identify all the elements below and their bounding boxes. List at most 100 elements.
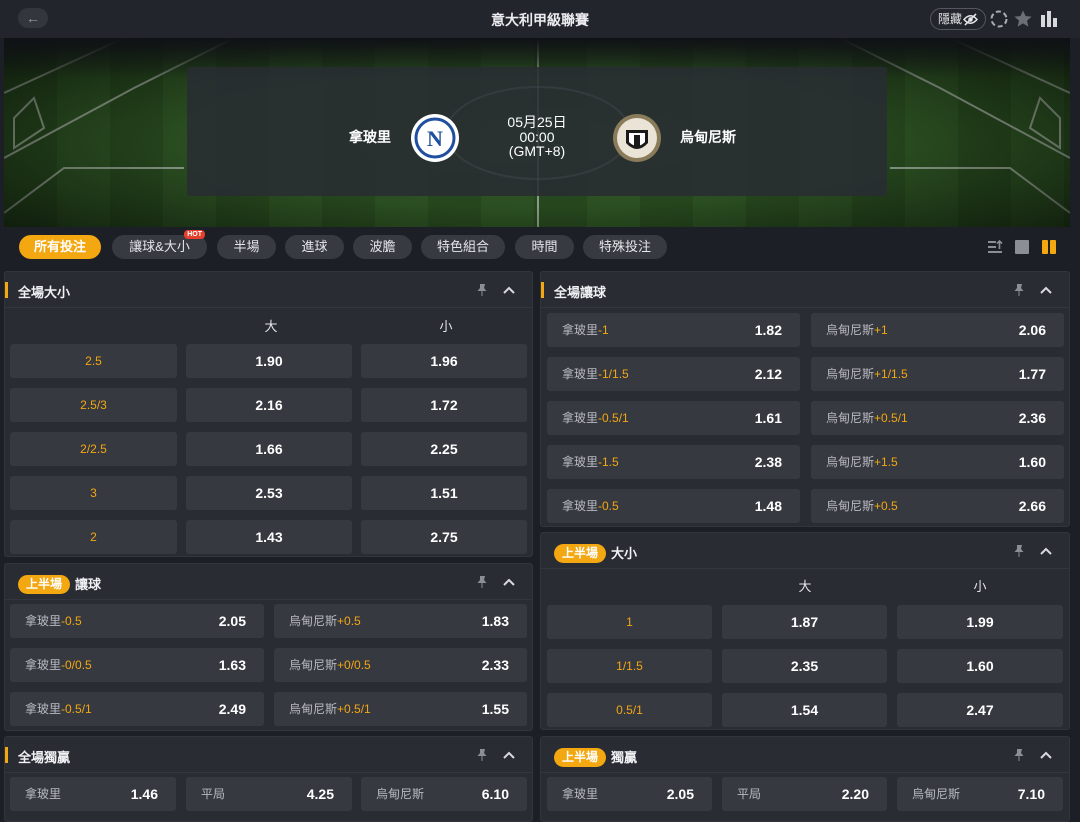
sort-icon[interactable] [987,239,1003,255]
odds-under[interactable]: 1.96 [361,344,527,378]
odds-over[interactable]: 1.43 [186,520,352,554]
accent-bar [5,747,8,763]
handicap-line: +0.5/1 [874,411,908,425]
odds-over[interactable]: 1.87 [722,605,887,639]
odds-over[interactable]: 1.66 [186,432,352,466]
pin-icon[interactable] [475,575,489,589]
pin-icon[interactable] [475,283,489,297]
away-win-cell[interactable]: 烏甸尼斯 7.10 [897,777,1063,811]
pin-icon[interactable] [475,748,489,762]
handicap-line: +1.5 [874,455,898,469]
team-name: 烏甸尼斯 [826,323,875,337]
chevron-up-icon[interactable] [501,747,517,763]
handicap-home-cell[interactable]: 拿玻里-0.5 1.48 [547,489,800,523]
ou-line: 1 [547,605,712,639]
odds-under[interactable]: 1.99 [897,605,1063,639]
ou-line: 2.5 [10,344,177,378]
odds-under[interactable]: 1.60 [897,649,1063,683]
panel-header: 全場獨贏 [5,737,532,773]
handicap-away-cell[interactable]: 烏甸尼斯+1.5 1.60 [811,445,1064,479]
handicap-away-cell[interactable]: 烏甸尼斯+1 2.06 [811,313,1064,347]
selection-label: 烏甸尼斯+0.5/1 [826,401,908,435]
star-icon[interactable] [1013,9,1033,29]
draw-cell[interactable]: 平局 2.20 [722,777,887,811]
chevron-up-icon[interactable] [1038,282,1054,298]
handicap-home-cell[interactable]: 拿玻里-1/1.5 2.12 [547,357,800,391]
odds-value: 7.10 [1017,786,1045,802]
team-name: 烏甸尼斯 [289,658,338,672]
handicap-away-cell[interactable]: 烏甸尼斯+0.5/1 2.36 [811,401,1064,435]
handicap-home-cell[interactable]: 拿玻里-0.5/1 1.61 [547,401,800,435]
chevron-up-icon[interactable] [1038,543,1054,559]
handicap-home-cell[interactable]: 拿玻里-0.5 2.05 [10,604,264,638]
panel-title: 全場大小 [18,285,71,300]
tab-special-bets[interactable]: 特殊投注 [583,235,667,259]
double-column-icon[interactable] [1042,240,1056,254]
handicap-home-cell[interactable]: 拿玻里-0/0.5 1.63 [10,648,264,682]
odds-under[interactable]: 2.25 [361,432,527,466]
odds-over[interactable]: 1.90 [186,344,352,378]
odds-under[interactable]: 2.47 [897,693,1063,727]
odds-value: 1.61 [754,410,782,426]
odds-value: 4.25 [306,786,334,802]
chevron-up-icon[interactable] [501,282,517,298]
odds-under[interactable]: 1.51 [361,476,527,510]
home-win-cell[interactable]: 拿玻里 2.05 [547,777,712,811]
draw-cell[interactable]: 平局 4.25 [186,777,352,811]
tab-all-bets[interactable]: 所有投注 [19,235,101,259]
handicap-away-cell[interactable]: 烏甸尼斯+0.5/1 1.55 [274,692,527,726]
ou-line: 3 [10,476,177,510]
tab-specials-combo[interactable]: 特色組合 [421,235,505,259]
refresh-icon[interactable] [989,9,1009,29]
tab-handicap-ou[interactable]: 讓球&大小 HOT [112,230,207,259]
handicap-away-cell[interactable]: 烏甸尼斯+1/1.5 1.77 [811,357,1064,391]
first-half-badge: 上半場 [554,748,607,767]
team-name: 拿玻里 [562,499,599,513]
hide-button[interactable]: 隱藏 [930,8,986,30]
handicap-away-cell[interactable]: 烏甸尼斯+0/0.5 2.33 [274,648,527,682]
pin-icon[interactable] [1012,283,1026,297]
odds-over[interactable]: 2.53 [186,476,352,510]
home-win-cell[interactable]: 拿玻里 1.46 [10,777,176,811]
handicap-home-cell[interactable]: 拿玻里-1 1.82 [547,313,800,347]
tab-half[interactable]: 半場 [217,235,276,259]
match-date: 05月25日 [507,114,567,130]
handicap-line: -0.5/1 [61,702,92,716]
panel-title: 上半場 大小 [554,543,637,563]
handicap-line: -1/1.5 [598,367,629,381]
col-over: 大 [798,579,812,594]
ou-line: 2.5/3 [10,388,177,422]
tab-goals[interactable]: 進球 [285,235,344,259]
odds-over[interactable]: 2.16 [186,388,352,422]
col-under: 小 [973,579,987,594]
handicap-away-cell[interactable]: 烏甸尼斯+0.5 2.66 [811,489,1064,523]
chevron-up-icon[interactable] [501,574,517,590]
single-column-icon[interactable] [1015,240,1029,254]
tab-time[interactable]: 時間 [515,235,574,259]
handicap-away-cell[interactable]: 烏甸尼斯+0.5 1.83 [274,604,527,638]
selection-label: 烏甸尼斯+1 [826,313,888,347]
odds-value: 2.49 [218,701,246,717]
odds-over[interactable]: 1.54 [722,693,887,727]
odds-under[interactable]: 1.72 [361,388,527,422]
pin-icon[interactable] [1012,748,1026,762]
chevron-up-icon[interactable] [1038,747,1054,763]
match-info-box: 拿玻里 N 05月25日 00:00 (GMT+8) 烏甸尼斯 [187,67,887,196]
team-name: 拿玻里 [562,455,599,469]
handicap-line: -1.5 [598,455,619,469]
tab-correct-score[interactable]: 波膽 [353,235,412,259]
first-half-badge: 上半場 [18,575,71,594]
match-timezone: (GMT+8) [508,143,566,159]
team-name: 拿玻里 [25,614,62,628]
odds-under[interactable]: 2.75 [361,520,527,554]
odds-value: 1.55 [481,701,509,717]
odds-over[interactable]: 2.35 [722,649,887,683]
stats-icon[interactable] [1039,9,1059,29]
team-name: 烏甸尼斯 [826,499,875,513]
handicap-home-cell[interactable]: 拿玻里-1.5 2.38 [547,445,800,479]
handicap-home-cell[interactable]: 拿玻里-0.5/1 2.49 [10,692,264,726]
away-win-cell[interactable]: 烏甸尼斯 6.10 [361,777,527,811]
pin-icon[interactable] [1012,544,1026,558]
odds-value: 2.06 [1018,322,1046,338]
page-title: 意大利甲級聯賽 [491,12,589,28]
